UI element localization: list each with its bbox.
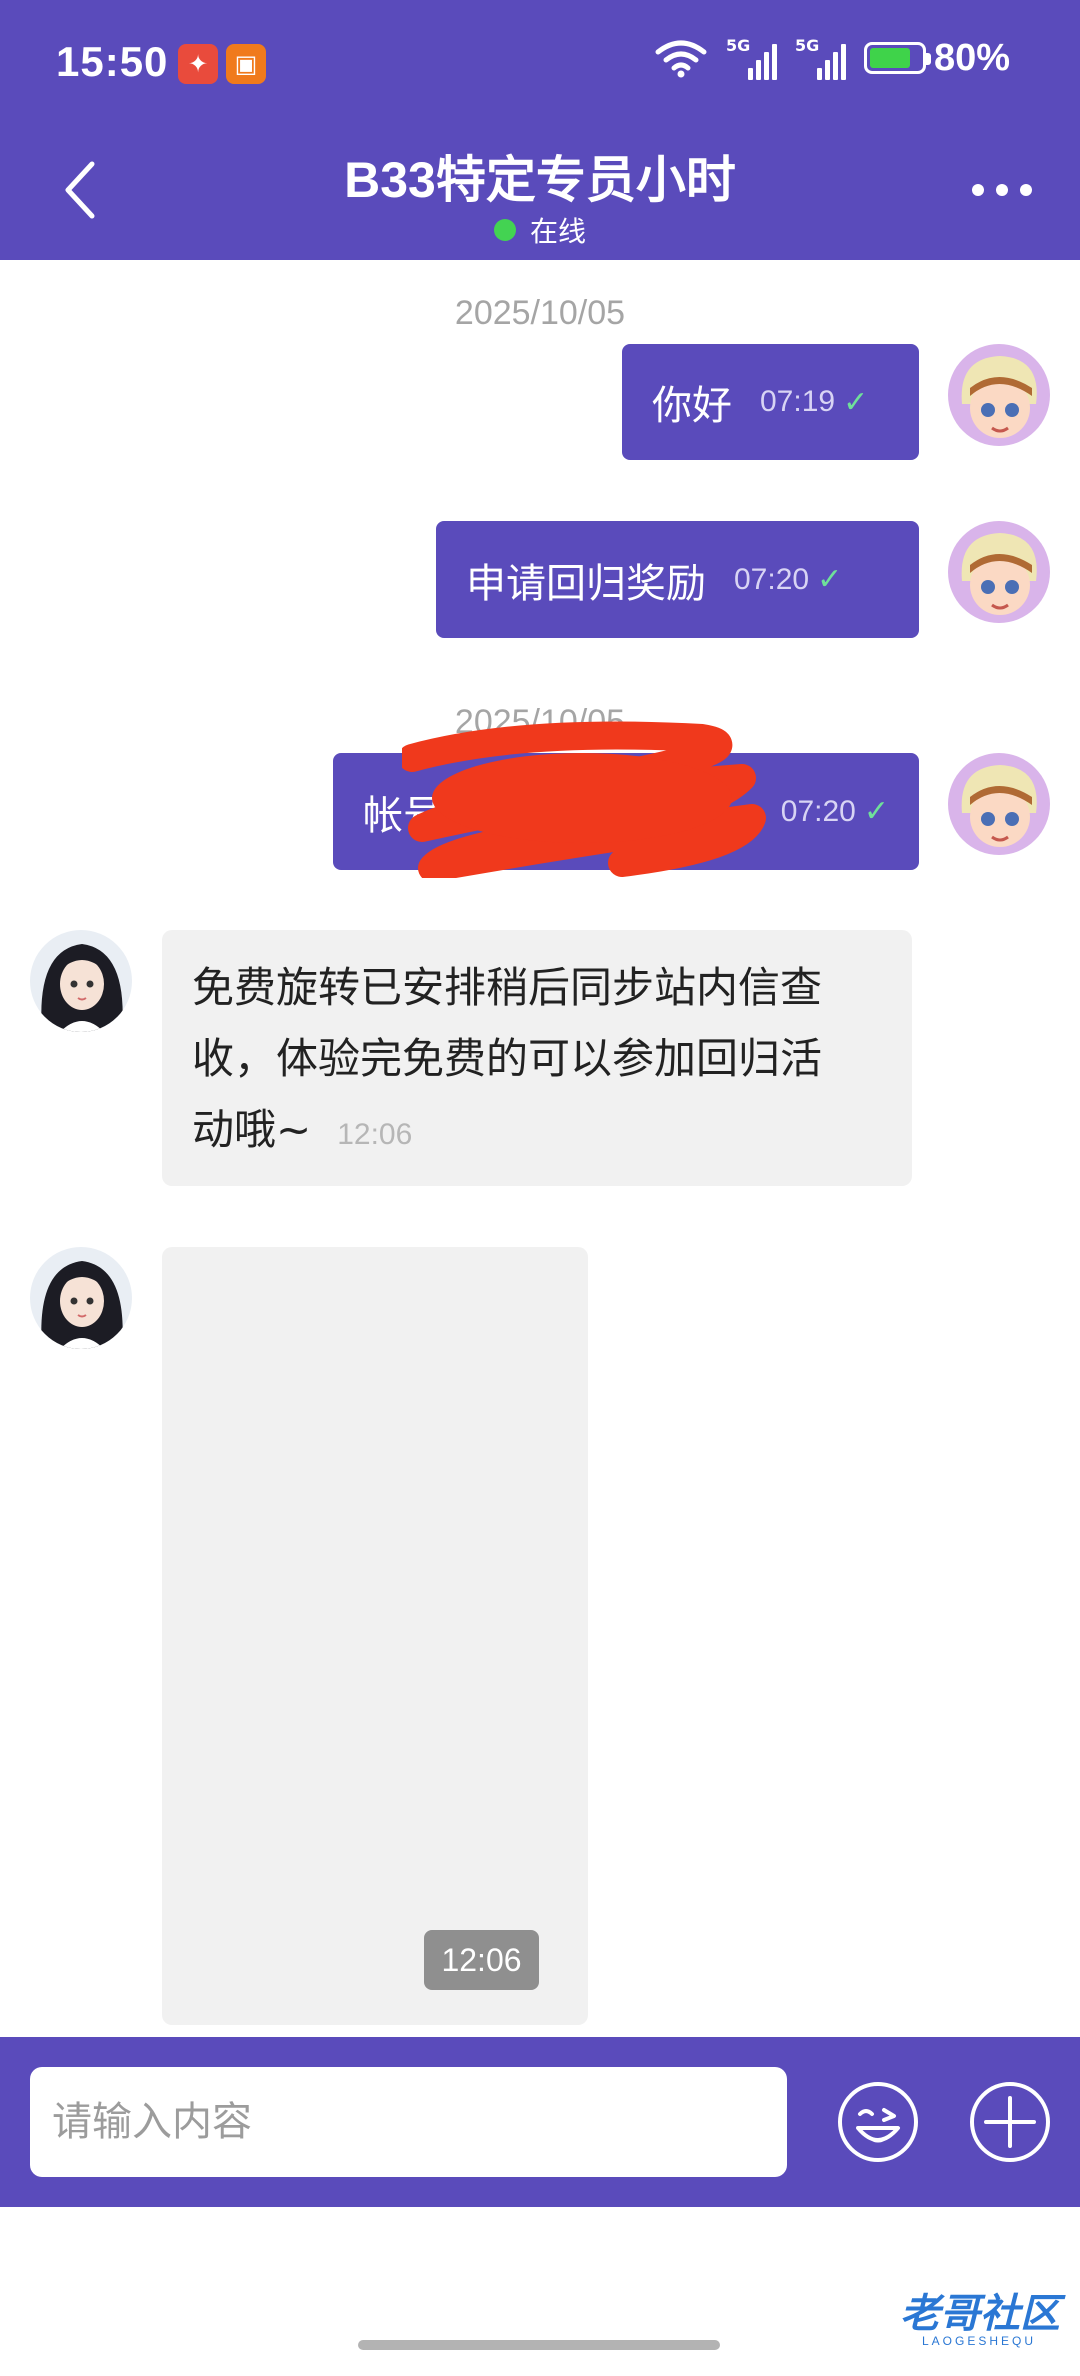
agent-avatar-image <box>30 1247 132 1349</box>
user-avatar-image <box>948 344 1050 446</box>
battery-percent: 80% <box>933 36 1010 79</box>
app-notification-icon: ✦ <box>178 44 218 84</box>
status-time: 15:50 <box>56 38 169 85</box>
message-time: 12:06 <box>424 1930 539 1990</box>
message-input[interactable] <box>30 2067 787 2177</box>
home-indicator[interactable] <box>358 2340 720 2350</box>
status-bar: 15:50 ✦ ▣ 5G 5G 80% <box>0 0 1080 128</box>
date-separator: 2025/10/05 <box>454 294 626 332</box>
message-time: 07:20 <box>780 794 856 828</box>
top-bar: 15:50 ✦ ▣ 5G 5G 80% B33特定专员小时 在线 <box>0 0 1080 260</box>
message-time: 07:20 <box>734 562 810 596</box>
battery-indicator: 80% <box>863 36 1010 80</box>
user-avatar-image <box>948 753 1050 855</box>
message-time: 07:19 <box>760 385 836 418</box>
wifi-icon <box>655 40 707 78</box>
message-text: 你好 <box>652 383 732 429</box>
user-avatar-image <box>948 521 1050 623</box>
incoming-message[interactable]: 免费旋转已安排稍后同步站内信查 收，体验完免费的可以参加回归活 动哦~ 12:06 <box>162 930 912 1186</box>
add-icon[interactable] <box>968 2080 1052 2164</box>
check-icon: ✓ <box>817 562 843 597</box>
avatar[interactable] <box>948 521 1050 623</box>
agent-avatar-image <box>30 930 132 1032</box>
message-text: 免费旋转已安排稍后同步站内信查 收，体验完免费的可以参加回归活 动哦~ 12:06 <box>192 963 823 1154</box>
emoji-icon[interactable] <box>836 2080 920 2164</box>
avatar[interactable] <box>948 344 1050 446</box>
watermark-logo: 老哥社区 LAOGESHEQU <box>900 2291 1060 2348</box>
outgoing-message[interactable]: 申请回归奖励 07:20 ✓ <box>436 521 919 638</box>
image-message[interactable] <box>162 1247 588 2025</box>
app-notification-icon: ▣ <box>226 44 266 84</box>
redaction-scribble <box>402 721 766 878</box>
message-text: 申请回归奖励 <box>466 560 706 607</box>
check-icon: ✓ <box>863 794 889 829</box>
more-icon[interactable] <box>972 184 1032 196</box>
avatar[interactable] <box>30 930 132 1032</box>
online-label: 在线 <box>529 215 586 248</box>
cell-signal-icon: 5G <box>726 36 777 80</box>
online-dot <box>493 219 516 241</box>
message-time: 12:06 <box>337 1118 413 1151</box>
status-right: 5G 5G 80% <box>654 36 1010 80</box>
avatar[interactable] <box>30 1247 132 1349</box>
avatar[interactable] <box>948 753 1050 855</box>
outgoing-message[interactable]: 你好 07:19 ✓ <box>622 344 919 460</box>
input-bar <box>0 2037 1080 2207</box>
battery-icon <box>863 42 931 74</box>
chat-title: B33特定专员小时 <box>344 152 736 208</box>
check-icon: ✓ <box>843 384 869 420</box>
cell-signal-icon: 5G <box>795 36 846 80</box>
notification-icons: ✦ ▣ <box>178 44 266 84</box>
online-status: 在线 <box>0 210 1080 250</box>
